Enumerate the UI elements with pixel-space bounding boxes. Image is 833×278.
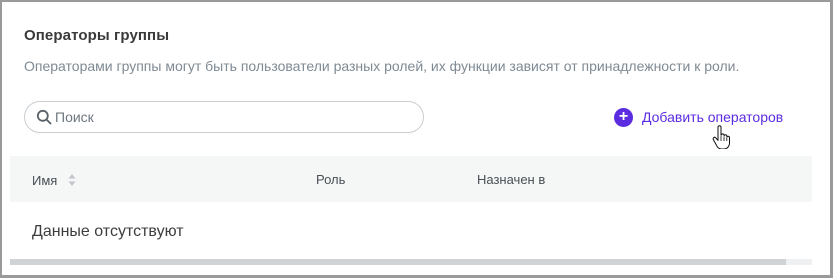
operators-panel: Операторы группы Операторами группы могу…	[0, 0, 833, 278]
column-header-name-label: Имя	[32, 172, 58, 188]
section-title: Операторы группы	[24, 27, 170, 44]
column-header-role-label: Роль	[316, 172, 346, 187]
table-header: Имя Роль Назначен в	[10, 156, 812, 202]
hand-pointer-icon	[712, 125, 730, 149]
plus-circle-icon: +	[614, 107, 633, 127]
column-header-assigned: Назначен в	[477, 172, 545, 187]
add-operators-button[interactable]: + Добавить операторов	[614, 106, 783, 128]
add-operators-label: Добавить операторов	[642, 109, 784, 125]
search-input[interactable]	[55, 102, 415, 132]
scrollbar-thumb[interactable]	[10, 259, 786, 265]
column-header-assigned-label: Назначен в	[477, 172, 546, 187]
search-icon	[36, 109, 52, 125]
section-description: Операторами группы могут быть пользовате…	[24, 58, 740, 74]
column-header-role: Роль	[316, 172, 345, 187]
column-header-name[interactable]: Имя	[32, 172, 77, 188]
empty-state-text: Данные отсутствуют	[32, 223, 184, 240]
search-box[interactable]	[24, 101, 424, 133]
sort-icon[interactable]	[67, 172, 77, 188]
horizontal-scrollbar[interactable]	[10, 259, 812, 265]
